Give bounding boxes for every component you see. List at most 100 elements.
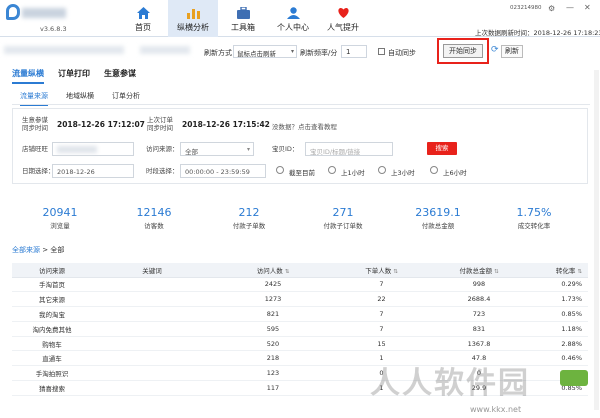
cell-conversion: 1.18% <box>529 321 588 337</box>
cell-keyword <box>92 365 212 382</box>
tutorial-link[interactable]: 没数据？点击查看教程 <box>272 121 337 131</box>
cell-keyword <box>92 350 212 367</box>
item-id-input[interactable]: 宝贝ID/标题/链接 <box>305 142 393 156</box>
stat-value: 20941 <box>42 206 78 219</box>
store-value-blurred <box>57 146 97 153</box>
nav-user-center[interactable]: 个人中心 <box>268 0 318 37</box>
cell-source: 直通车 <box>12 350 92 367</box>
cell-conversion: 0.46% <box>529 350 588 367</box>
stats-row: 20941 浏览量 12146 访客数 212 付款子单数 271 付款子订单数… <box>12 206 588 236</box>
stat-value: 1.75% <box>516 206 552 219</box>
biz-sync-time: 2018-12-26 17:12:07 <box>57 120 145 129</box>
refresh-freq-label: 刷新频率/分 <box>300 49 338 57</box>
logo-icon <box>6 4 20 20</box>
col-buyers[interactable]: 下单人数 ⇅ <box>334 263 429 278</box>
nav-user-center-label: 个人中心 <box>277 23 309 32</box>
refresh-button[interactable]: 刷新 <box>501 45 523 58</box>
store-input[interactable] <box>52 142 134 156</box>
cell-keyword <box>92 277 212 293</box>
cell-visitors: 821 <box>212 306 334 322</box>
order-sync-label: 上次订单 同步时间 <box>147 116 173 132</box>
cell-paid-amount: 1367.8 <box>429 336 529 352</box>
refresh-freq-input[interactable]: 1 <box>341 45 367 58</box>
stat-value: 212 <box>238 206 260 219</box>
stat-value: 23619.1 <box>415 206 461 219</box>
divider <box>12 104 590 105</box>
app-logo <box>6 4 66 22</box>
radio-until-now[interactable] <box>276 166 284 174</box>
close-icon[interactable]: ✕ <box>584 3 591 12</box>
cell-keyword <box>92 321 212 337</box>
cell-source: 我的淘宝 <box>12 306 92 322</box>
stat-page-views: 20941 浏览量 <box>20 206 100 230</box>
nav-analysis[interactable]: 纵横分析 <box>168 0 218 37</box>
search-button[interactable]: 搜索 <box>427 142 457 155</box>
biz-sync-label: 生意参谋 同步时间 <box>22 116 48 132</box>
stat-label: 浏览量 <box>50 222 70 230</box>
cell-source: 手淘拍照识 <box>12 365 92 382</box>
cell-keyword <box>92 380 212 396</box>
refresh-icon[interactable]: ⟳ <box>491 45 499 55</box>
cell-keyword <box>92 291 212 308</box>
radio-last-6h[interactable] <box>430 166 438 174</box>
cell-visitors: 595 <box>212 321 334 337</box>
col-keyword[interactable]: 关键词 <box>92 263 212 278</box>
account-id: 023214980 <box>510 5 542 11</box>
cell-source: 手淘首页 <box>12 277 92 293</box>
source-select[interactable]: 全部 ▾ <box>180 142 254 156</box>
gear-icon[interactable]: ⚙ <box>548 4 555 13</box>
home-icon <box>136 6 150 19</box>
table-row[interactable]: 淘内免费其他 595 7 831 1.18% <box>12 321 588 337</box>
date-input[interactable]: 2018-12-26 <box>52 164 134 178</box>
logo-name-blurred <box>22 8 66 18</box>
tab-traffic[interactable]: 流量纵横 <box>12 68 44 84</box>
cell-buyers: 7 <box>334 277 429 293</box>
table-row[interactable]: 手淘首页 2425 7 998 0.29% <box>12 277 588 293</box>
cell-conversion: 2.88% <box>529 336 588 352</box>
cell-conversion: 1.73% <box>529 291 588 308</box>
col-source[interactable]: 访问来源 <box>12 263 92 278</box>
stat-label: 访客数 <box>144 222 164 230</box>
vertical-scrollbar[interactable] <box>594 70 599 410</box>
col-paid-amount[interactable]: 付款总金额 ⇅ <box>429 263 529 278</box>
auto-sync-checkbox[interactable] <box>378 48 385 55</box>
tab-order-print[interactable]: 订单打印 <box>58 68 90 84</box>
cell-source: 猜喜搜索 <box>12 380 92 396</box>
minimize-icon[interactable]: — <box>566 3 574 12</box>
nav-toolbox[interactable]: 工具箱 <box>218 0 268 37</box>
stat-paid-sub-orders: 212 付款子单数 <box>209 206 289 230</box>
radio-last-1h[interactable] <box>328 166 336 174</box>
cell-buyers: 7 <box>334 306 429 322</box>
chevron-down-icon: ▾ <box>290 48 294 55</box>
table-row[interactable]: 购物车 520 15 1367.8 2.88% <box>12 336 588 352</box>
table-row[interactable]: 其它来源 1273 22 2688.4 1.73% <box>12 291 588 308</box>
cell-conversion: 0.29% <box>529 277 588 293</box>
store-detail-blurred <box>140 46 190 54</box>
radio-last-3h[interactable] <box>378 166 386 174</box>
refresh-mode-select[interactable]: 鼠标点击刷新 ▾ <box>233 45 297 58</box>
item-id-label: 宝贝ID： <box>272 145 299 153</box>
stat-value: 271 <box>332 206 354 219</box>
breadcrumb-all-sources[interactable]: 全部来源 <box>12 246 40 254</box>
auto-sync-label: 自动同步 <box>388 49 416 57</box>
time-range-input[interactable]: 00:00:00 - 23:59:59 <box>180 164 266 178</box>
refresh-mode-value: 鼠标点击刷新 <box>237 50 276 58</box>
sort-icon: ⇅ <box>393 268 398 275</box>
cell-visitors: 218 <box>212 350 334 367</box>
cell-keyword <box>92 306 212 322</box>
chevron-down-icon: ▾ <box>246 146 250 153</box>
nav-popularity[interactable]: 人气提升 <box>318 0 368 37</box>
col-conversion[interactable]: 转化率 ⇅ <box>529 263 588 278</box>
cell-source: 购物车 <box>12 336 92 352</box>
source-value: 全部 <box>185 148 198 156</box>
table-row[interactable]: 我的淘宝 821 7 723 0.85% <box>12 306 588 322</box>
col-visitors[interactable]: 访问人数 ⇅ <box>212 263 334 278</box>
biz-sync-label-line1: 生意参谋 <box>22 116 48 124</box>
cell-visitors: 117 <box>212 380 334 396</box>
tab-business-advisor[interactable]: 生意参谋 <box>104 68 136 84</box>
sort-icon: ⇅ <box>284 268 290 275</box>
nav-home[interactable]: 首页 <box>118 0 168 37</box>
date-label: 日期选择： <box>22 167 55 175</box>
toolbox-icon <box>236 6 250 19</box>
start-sync-button[interactable]: 开始同步 <box>443 44 483 58</box>
